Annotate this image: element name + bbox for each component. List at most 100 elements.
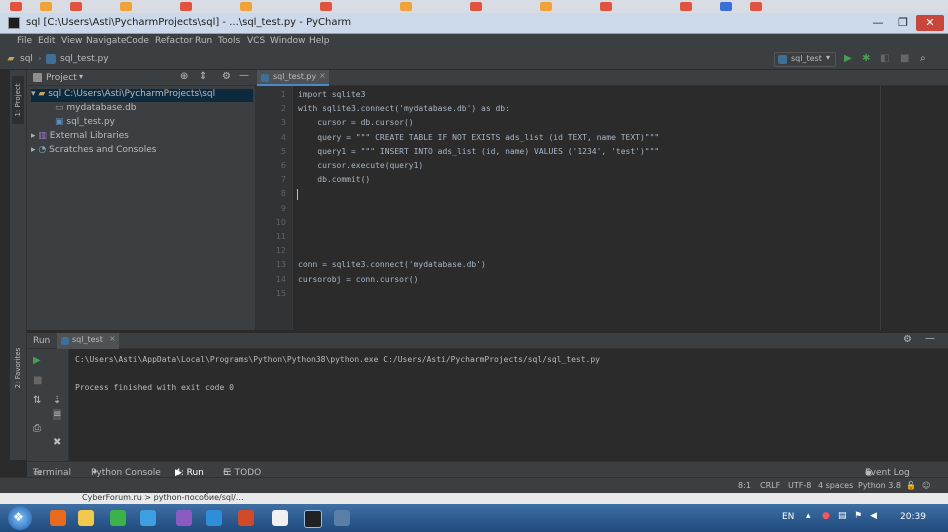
- close-icon[interactable]: ×: [109, 334, 116, 343]
- firefox-icon[interactable]: [50, 510, 66, 526]
- collapse-all-icon[interactable]: ⇕: [199, 71, 207, 82]
- tray-arrow-icon[interactable]: ▴: [806, 511, 811, 521]
- interpreter[interactable]: Python 3.8: [858, 481, 901, 490]
- code-line: query = """ CREATE TABLE IF NOT EXISTS a…: [298, 132, 660, 142]
- chevron-right-icon: ▸: [31, 145, 36, 155]
- browser-tab-icon: [180, 2, 192, 11]
- close-icon[interactable]: ×: [319, 71, 326, 80]
- menu-refactor[interactable]: Refactor: [155, 36, 193, 46]
- search-icon[interactable]: ⌕: [920, 53, 926, 64]
- menu-view[interactable]: View: [61, 36, 82, 46]
- close-button[interactable]: ✕: [916, 15, 944, 31]
- browser-tab-icon: [70, 2, 82, 11]
- tray-antivirus-icon[interactable]: ●: [822, 511, 830, 521]
- code-area[interactable]: import sqlite3 with sqlite3.connect('myda…: [255, 86, 948, 330]
- python-file-icon: [46, 54, 56, 64]
- locate-icon[interactable]: ⊕: [180, 71, 188, 82]
- word-icon[interactable]: [206, 510, 222, 526]
- rerun-icon[interactable]: ▶: [33, 355, 41, 366]
- opera-icon[interactable]: [238, 510, 254, 526]
- favorites-tool-button[interactable]: 2: Favorites: [12, 338, 24, 398]
- menu-file[interactable]: File: [17, 36, 32, 46]
- chrome-icon[interactable]: [110, 510, 126, 526]
- menu-window[interactable]: Window: [270, 36, 306, 46]
- run-panel-label: Run: [33, 336, 51, 346]
- tree-item-python-file[interactable]: ▣ sql_test.py: [55, 117, 115, 130]
- project-panel-title[interactable]: Project: [46, 73, 77, 83]
- browser-tab-icon: [40, 2, 52, 11]
- tray-flag-icon[interactable]: ⚑: [854, 511, 862, 521]
- file-encoding[interactable]: UTF-8: [788, 481, 811, 490]
- favorites-stripe-label: 2: Favorites: [14, 347, 22, 389]
- project-panel: Project ▾ ⊕ ⇕ ⚙ — ▾ ▰ sql C:\Users\Asti\…: [27, 70, 255, 330]
- hide-icon[interactable]: —: [239, 70, 249, 81]
- pin-icon[interactable]: ⇅: [33, 395, 41, 406]
- start-button[interactable]: ❖: [8, 506, 32, 530]
- tree-item-project-root[interactable]: ▾ ▰ sql C:\Users\Asti\PycharmProjects\sq…: [31, 89, 253, 102]
- code-line: cursor = db.cursor(): [298, 118, 414, 128]
- tree-item-label: sql C:\Users\Asti\PycharmProjects\sql: [48, 89, 216, 99]
- menu-edit[interactable]: Edit: [38, 36, 55, 46]
- run-tab[interactable]: sql_test ×: [57, 333, 119, 349]
- folder-icon: ▰: [38, 89, 46, 99]
- menu-navigate[interactable]: Navigate: [86, 36, 126, 46]
- gear-icon[interactable]: ⚙: [903, 334, 912, 345]
- tree-item-label: External Libraries: [49, 131, 129, 141]
- pycharm-taskbar-icon[interactable]: [304, 510, 322, 528]
- lock-icon[interactable]: 🔓: [906, 481, 916, 490]
- tree-item-scratches[interactable]: ▸ ◔ Scratches and Consoles: [31, 145, 157, 158]
- breadcrumb-project[interactable]: sql: [20, 54, 33, 64]
- project-tool-button[interactable]: 1: Project: [12, 76, 24, 124]
- tray-volume-icon[interactable]: ◀: [870, 511, 877, 521]
- tree-item-database[interactable]: ▭ mydatabase.db: [55, 103, 137, 116]
- project-view-icon: [33, 73, 42, 82]
- trash-icon[interactable]: ✖: [53, 437, 61, 448]
- run-panel-header: Run sql_test × ⚙ —: [27, 333, 948, 349]
- editor-tab[interactable]: sql_test.py ×: [257, 70, 329, 86]
- maximize-button[interactable]: ❐: [892, 15, 914, 31]
- stop-icon[interactable]: ■: [900, 53, 909, 64]
- tree-item-external-libraries[interactable]: ▸ ▥ External Libraries: [31, 131, 129, 144]
- run-icon[interactable]: ▶: [844, 53, 852, 64]
- debug-icon[interactable]: ✱: [862, 53, 870, 64]
- menu-vcs[interactable]: VCS: [247, 36, 265, 46]
- run-tool-window: Run sql_test × ⚙ — ▶ ■ ⇅ ⇣ ≡ ⎙ ✖ C:\User…: [27, 333, 948, 461]
- windows-taskbar: ❖ EN ▴ ● ▤ ⚑ ◀ 20:39: [0, 504, 948, 532]
- caret-position[interactable]: 8:1: [738, 481, 751, 490]
- tray-network-icon[interactable]: ▤: [838, 511, 847, 521]
- scroll-to-end-icon[interactable]: ⇣: [53, 395, 61, 406]
- explorer-icon[interactable]: [78, 510, 94, 526]
- minimize-button[interactable]: —: [866, 15, 890, 31]
- yandex-icon[interactable]: [272, 510, 288, 526]
- notifications-icon[interactable]: ☺: [922, 481, 930, 490]
- app-icon[interactable]: [176, 510, 192, 526]
- menu-tools[interactable]: Tools: [218, 36, 240, 46]
- menu-help[interactable]: Help: [309, 36, 330, 46]
- run-tab-label: sql_test: [72, 335, 103, 344]
- coverage-icon[interactable]: ◧: [880, 53, 889, 64]
- code-editor: sql_test.py × 1 2 3 4 5 6 7 8 9 10 11 12 13 14 15 impo…: [255, 70, 948, 330]
- line-separator[interactable]: CRLF: [760, 481, 780, 490]
- skype-icon[interactable]: [140, 510, 156, 526]
- indent-setting[interactable]: 4 spaces: [818, 481, 853, 490]
- code-line: cursorobj = conn.cursor(): [298, 274, 419, 284]
- scratches-icon: ◔: [38, 145, 47, 155]
- language-indicator[interactable]: EN: [782, 512, 794, 522]
- menu-code[interactable]: Code: [126, 36, 149, 46]
- taskbar-app-icon[interactable]: [334, 510, 350, 526]
- gear-icon[interactable]: ⚙: [222, 71, 231, 82]
- stop-icon[interactable]: ■: [33, 375, 42, 386]
- tree-item-label: Scratches and Consoles: [49, 145, 157, 155]
- window-title-bar[interactable]: sql [C:\Users\Asti\PycharmProjects\sql] …: [0, 13, 948, 34]
- chevron-down-icon[interactable]: ▾: [79, 72, 83, 81]
- hide-icon[interactable]: —: [925, 333, 935, 344]
- menu-run[interactable]: Run: [195, 36, 212, 46]
- print-icon[interactable]: ⎙: [33, 423, 41, 434]
- run-config-select[interactable]: sql_test ▾: [774, 52, 836, 67]
- breadcrumb-file[interactable]: sql_test.py: [60, 54, 109, 64]
- clock[interactable]: 20:39: [900, 512, 926, 522]
- browser-tab-icon: [120, 2, 132, 11]
- soft-wrap-icon[interactable]: ≡: [53, 409, 62, 420]
- run-toolbar: ▶ ■ ⇅ ⇣ ≡ ⎙ ✖: [27, 349, 69, 461]
- browser-tab-icon: [470, 2, 482, 11]
